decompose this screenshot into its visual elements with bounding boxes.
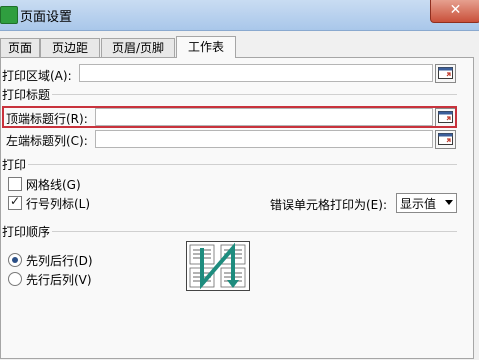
window-title: 页面设置 (20, 10, 73, 25)
row-col-headers-checkbox[interactable]: ✓ (8, 194, 22, 210)
page-setup-dialog: 页面设置 ✕ 页面 页边距 页眉/页脚 工作表 打印区域(A): 打印标题 顶端… (0, 0, 479, 360)
cell-errors-selected-value: 显示值 (400, 197, 437, 211)
cell-errors-label: 错误单元格打印为(E): (270, 198, 387, 212)
close-button[interactable]: ✕ (430, 0, 479, 23)
print-titles-section-label: 打印标题 (2, 88, 51, 102)
left-cols-collapse-button[interactable] (435, 130, 456, 149)
title-bar[interactable]: 页面设置 ✕ (0, 0, 479, 31)
print-area-collapse-button[interactable] (435, 64, 456, 83)
tab-margins[interactable]: 页边距 (40, 38, 100, 57)
over-then-down-radio[interactable] (8, 272, 22, 286)
over-then-down-label: 先行后列(V) (26, 273, 92, 287)
down-then-over-label: 先列后行(D) (26, 254, 93, 268)
left-cols-label: 左端标题列(C): (6, 134, 88, 148)
collapse-dialog-icon (438, 133, 453, 145)
print-separator (28, 164, 457, 165)
page-order-section-label: 打印顺序 (2, 225, 51, 239)
page-order-preview-icon (189, 242, 246, 290)
print-area-label: 打印区域(A): (2, 69, 72, 83)
down-then-over-radio[interactable] (8, 253, 22, 267)
page-order-preview (186, 241, 250, 291)
gridlines-checkbox[interactable] (8, 177, 22, 191)
row-col-headers-label: 行号列标(L) (26, 197, 91, 211)
top-rows-highlight-box (2, 106, 457, 128)
print-section-label: 打印 (2, 158, 27, 172)
cell-errors-select[interactable]: 显示值 (396, 193, 457, 213)
gridlines-label: 网格线(G) (26, 178, 81, 192)
excel-app-icon (0, 6, 18, 24)
radio-selected-dot (12, 257, 18, 263)
tab-sheet[interactable]: 工作表 (176, 36, 236, 58)
left-cols-input[interactable] (95, 130, 433, 148)
print-area-input[interactable] (79, 64, 433, 82)
collapse-dialog-icon (438, 67, 453, 79)
checkmark-icon: ✓ (10, 194, 21, 208)
tab-header-footer[interactable]: 页眉/页脚 (101, 38, 175, 57)
page-order-separator (52, 231, 457, 232)
print-titles-separator (52, 94, 457, 95)
tab-page[interactable]: 页面 (0, 38, 40, 57)
close-icon: ✕ (449, 2, 462, 18)
chevron-down-icon (445, 200, 453, 205)
